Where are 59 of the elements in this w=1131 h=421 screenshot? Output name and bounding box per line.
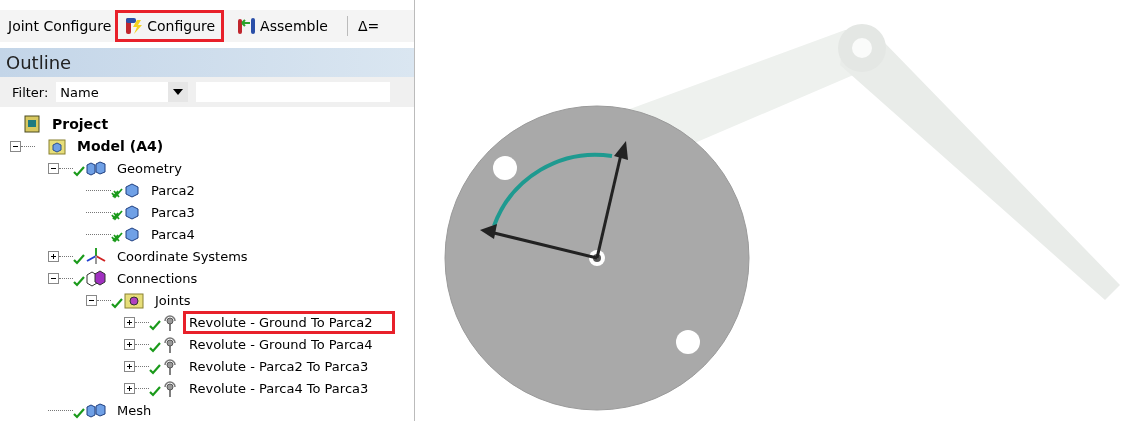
- check-icon: [149, 319, 161, 331]
- joint-icon: [162, 335, 178, 353]
- tree-item[interactable]: Connections: [111, 266, 204, 290]
- filter-label: Filter:: [12, 84, 49, 100]
- delta-label: Δ=: [357, 17, 380, 34]
- collapse-icon[interactable]: [48, 272, 59, 284]
- check-icon: [149, 341, 161, 353]
- check-icon: [149, 363, 161, 375]
- check-icon: [73, 253, 85, 265]
- links-arrow-icon: [237, 15, 258, 36]
- expand-icon[interactable]: [124, 316, 135, 328]
- tree-item[interactable]: Revolute - Parca4 To Parca3: [183, 376, 375, 400]
- expand-icon[interactable]: [48, 250, 59, 262]
- cubes-icon: [86, 159, 106, 177]
- tree-item[interactable]: Model (A4): [71, 134, 170, 158]
- outline-header: Outline: [0, 47, 414, 78]
- check-icon: [73, 165, 85, 177]
- check-cross-icon: [111, 187, 123, 199]
- connections-icon: [86, 269, 106, 287]
- cube-icon: [124, 204, 140, 220]
- mesh-cubes-icon: [86, 401, 106, 419]
- joint-icon: [162, 313, 178, 331]
- tree-item[interactable]: Parca4: [145, 222, 201, 246]
- tree-item[interactable]: Parca3: [145, 200, 201, 224]
- tree-item[interactable]: Revolute - Parca2 To Parca3: [183, 354, 375, 378]
- tree-item[interactable]: Project: [46, 112, 115, 136]
- tree-item[interactable]: Revolute - Ground To Parca4: [183, 332, 379, 356]
- collapse-icon[interactable]: [10, 140, 21, 152]
- expand-icon[interactable]: [124, 338, 135, 350]
- axes-icon: [86, 247, 106, 265]
- expand-icon[interactable]: [124, 382, 135, 394]
- notebook-icon: [23, 115, 41, 133]
- check-icon: [73, 275, 85, 287]
- tree-item[interactable]: Mesh: [111, 398, 158, 421]
- expand-icon[interactable]: [124, 360, 135, 372]
- toolbar-title: Joint Configure: [8, 17, 112, 34]
- assemble-button[interactable]: Assemble: [228, 10, 337, 42]
- check-icon: [111, 297, 123, 309]
- tree-item[interactable]: Revolute - Ground To Parca2: [183, 310, 396, 334]
- joint-icon: [162, 357, 178, 375]
- check-cross-icon: [111, 209, 123, 221]
- joint-icon: [162, 379, 178, 397]
- check-icon: [73, 407, 85, 419]
- joints-folder-icon: [124, 291, 144, 309]
- tree-item[interactable]: Joints: [149, 288, 197, 312]
- tree-item[interactable]: Parca2: [145, 178, 201, 202]
- configure-button[interactable]: Configure: [115, 10, 225, 42]
- collapse-icon[interactable]: [86, 294, 97, 306]
- cube-icon: [124, 226, 140, 242]
- tree-item[interactable]: Geometry: [111, 156, 188, 180]
- cube-icon: [124, 182, 140, 198]
- cube-folder-icon: [48, 137, 66, 155]
- dropdown-caret-icon: [173, 89, 184, 96]
- collapse-icon[interactable]: [48, 162, 59, 174]
- filter-dropdown[interactable]: Name: [56, 82, 189, 103]
- tree-item[interactable]: Coordinate Systems: [111, 244, 254, 268]
- check-icon: [149, 385, 161, 397]
- check-cross-icon: [111, 231, 123, 243]
- links-lightning-icon: [124, 15, 145, 36]
